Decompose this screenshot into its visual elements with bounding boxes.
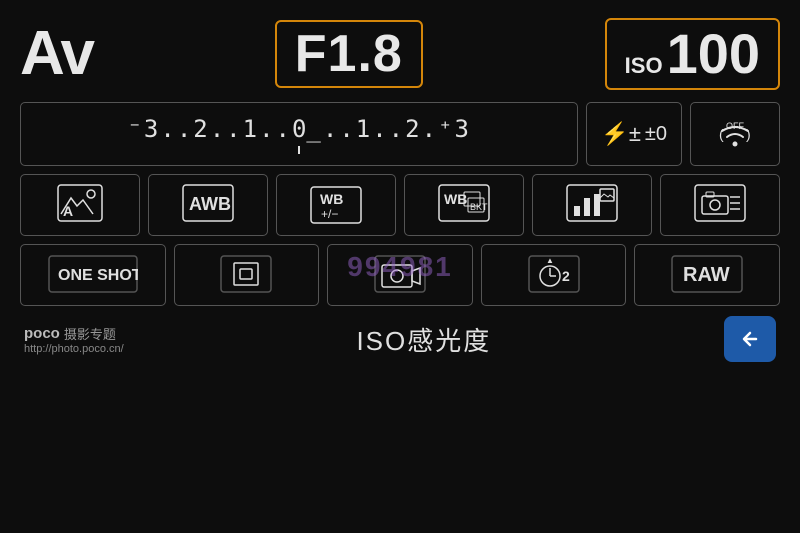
- svg-text:ONE SHOT: ONE SHOT: [58, 267, 138, 284]
- image-quality-box[interactable]: RAW: [634, 244, 780, 306]
- poco-url: http://photo.poco.cn/: [24, 343, 124, 355]
- exposure-scale-box[interactable]: ⁻3..2..1..0̲..1..2.⁺3: [20, 102, 578, 166]
- svg-text:BKT: BKT: [470, 202, 488, 212]
- back-button[interactable]: [724, 316, 776, 362]
- svg-text:(: (: [719, 126, 724, 142]
- live-view-icon: [374, 255, 426, 296]
- wifi-box[interactable]: OFF ( ): [690, 102, 780, 166]
- white-balance-box[interactable]: AWB: [148, 174, 268, 236]
- iso-value: 100: [667, 26, 760, 82]
- af-mode-label: ONE SHOT: [48, 255, 138, 296]
- exposure-marker: [298, 146, 300, 154]
- wb-adj-icon: WB +/−: [310, 186, 362, 224]
- settings-row: A AWB WB +/−: [20, 174, 780, 236]
- svg-text:RAW: RAW: [683, 264, 730, 286]
- mode-label: Av: [20, 23, 93, 85]
- awb-icon: AWB: [182, 184, 234, 226]
- footer: poco 摄影专题 http://photo.poco.cn/ ISO感光度: [20, 316, 780, 362]
- picture-style-icon: [566, 184, 618, 226]
- wb-shift-icon: WB BKT: [438, 184, 490, 226]
- poco-subtitle: 摄影专题: [64, 324, 116, 343]
- flash-value: ±0: [645, 123, 667, 146]
- svg-text:): ): [746, 126, 751, 142]
- exposure-row: ⁻3..2..1..0̲..1..2.⁺3 ⚡± ±0 OFF ( ): [20, 102, 780, 166]
- svg-text:A: A: [63, 203, 73, 219]
- top-row: Av F1.8 ISO 100: [20, 18, 780, 90]
- iso-box[interactable]: ISO 100: [605, 18, 780, 90]
- picture-style-box[interactable]: [532, 174, 652, 236]
- poco-logo: poco: [24, 325, 60, 342]
- flash-icon: ⚡±: [601, 121, 640, 147]
- iso-prefix: ISO: [625, 53, 663, 79]
- af-select-icon: [220, 255, 272, 296]
- bottom-row: ONE SHOT: [20, 244, 780, 306]
- svg-text:OFF: OFF: [726, 121, 744, 131]
- af-mode-box[interactable]: ONE SHOT: [20, 244, 166, 306]
- poco-branding: poco 摄影专题 http://photo.poco.cn/: [24, 324, 124, 355]
- camera-settings-box[interactable]: [660, 174, 780, 236]
- back-arrow-icon: [736, 325, 764, 353]
- wb-shift-box[interactable]: WB BKT: [404, 174, 524, 236]
- scene-mode-box[interactable]: A: [20, 174, 140, 236]
- self-timer-icon: ▲ 2: [528, 255, 580, 296]
- svg-text:AWB: AWB: [189, 194, 231, 214]
- scene-icon: A: [57, 184, 103, 226]
- af-select-box[interactable]: [174, 244, 320, 306]
- camera-screen: 994981 Av F1.8 ISO 100 ⁻3..2..1..0̲..1..…: [0, 0, 800, 533]
- flash-compensation-box[interactable]: ⚡± ±0: [586, 102, 682, 166]
- camera-settings-icon: [694, 184, 746, 226]
- aperture-box[interactable]: F1.8: [275, 20, 423, 88]
- svg-text:WB: WB: [320, 191, 343, 207]
- svg-text:2: 2: [562, 268, 570, 284]
- exposure-scale-text: ⁻3..2..1..0̲..1..2.⁺3: [127, 115, 470, 143]
- raw-label: RAW: [671, 255, 743, 296]
- svg-text:+/−: +/−: [321, 207, 338, 221]
- wifi-icon: OFF ( ): [717, 117, 753, 151]
- self-timer-box[interactable]: ▲ 2: [481, 244, 627, 306]
- live-view-box[interactable]: [327, 244, 473, 306]
- svg-text:▲: ▲: [546, 256, 554, 265]
- wb-adjustment-box[interactable]: WB +/−: [276, 174, 396, 236]
- iso-footer-label: ISO感光度: [356, 321, 491, 358]
